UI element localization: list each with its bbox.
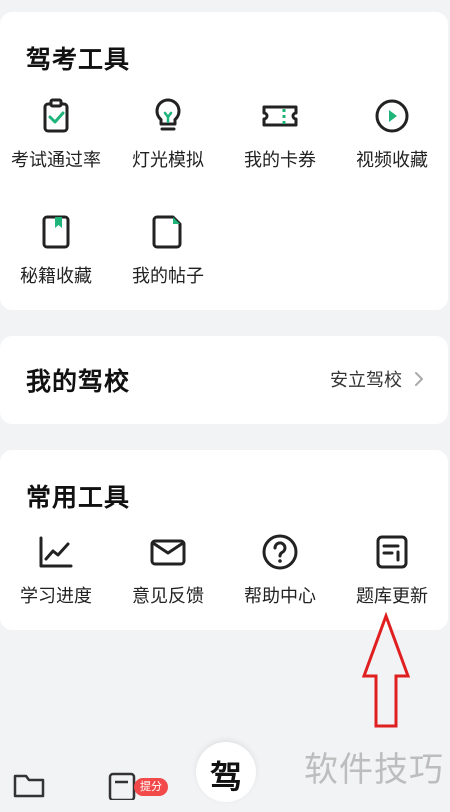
tool-coupons-label: 我的卡券 — [244, 150, 316, 171]
my-school-title: 我的驾校 — [26, 367, 131, 396]
drive-tools-card: 驾考工具 考试通过率 灯光模拟 我的卡券 视频收藏 秘籍收藏 我的帖子 — [0, 12, 448, 310]
tool-study-progress[interactable]: 学习进度 — [0, 532, 112, 608]
tool-light-sim-label: 灯光模拟 — [132, 150, 204, 171]
watermark-text: 软件技巧 — [304, 750, 444, 790]
my-school-card[interactable]: 我的驾校 安立驾校 — [0, 336, 448, 424]
chevron-right-icon — [415, 372, 423, 386]
question-bank-update-icon — [376, 535, 408, 569]
tool-question-bank-update-label: 题库更新 — [356, 586, 428, 607]
play-circle-icon — [375, 99, 409, 133]
tool-video-favorites-label: 视频收藏 — [356, 150, 428, 171]
document-icon — [152, 215, 182, 249]
help-circle-icon — [262, 534, 298, 570]
envelope-icon — [150, 539, 186, 566]
center-drive-tab[interactable]: 驾 — [196, 742, 256, 802]
my-school-value[interactable]: 安立驾校 — [330, 366, 424, 392]
tool-feedback[interactable]: 意见反馈 — [112, 532, 224, 608]
drive-tools-title: 驾考工具 — [26, 45, 131, 74]
tool-study-progress-label: 学习进度 — [20, 586, 92, 607]
tool-pass-rate[interactable]: 考试通过率 — [0, 96, 112, 172]
clipboard-check-icon — [43, 98, 69, 133]
tool-light-sim[interactable]: 灯光模拟 — [112, 96, 224, 172]
tool-pass-rate-label: 考试通过率 — [11, 150, 101, 171]
tool-coupons[interactable]: 我的卡券 — [224, 96, 336, 172]
common-tools-title: 常用工具 — [26, 483, 131, 512]
tab-badge: 提分 — [134, 778, 168, 796]
tool-tips-favorites-label: 秘籍收藏 — [20, 266, 92, 287]
tool-question-bank-update[interactable]: 题库更新 — [336, 532, 448, 608]
ticket-icon — [262, 105, 298, 127]
bookmark-book-icon — [42, 215, 70, 249]
line-chart-icon — [39, 536, 73, 568]
tool-my-posts[interactable]: 我的帖子 — [112, 212, 224, 288]
tool-feedback-label: 意见反馈 — [132, 586, 204, 607]
tool-help-center-label: 帮助中心 — [244, 586, 316, 607]
annotation-arrow — [361, 612, 411, 728]
lightbulb-icon — [155, 98, 181, 131]
common-tools-card: 常用工具 学习进度 意见反馈 帮助中心 题库更新 — [0, 450, 448, 630]
tool-tips-favorites[interactable]: 秘籍收藏 — [0, 212, 112, 288]
tool-video-favorites[interactable]: 视频收藏 — [336, 96, 448, 172]
my-school-name: 安立驾校 — [330, 370, 402, 391]
folder-icon[interactable] — [12, 766, 46, 800]
tool-my-posts-label: 我的帖子 — [132, 266, 204, 287]
tool-help-center[interactable]: 帮助中心 — [224, 532, 336, 608]
